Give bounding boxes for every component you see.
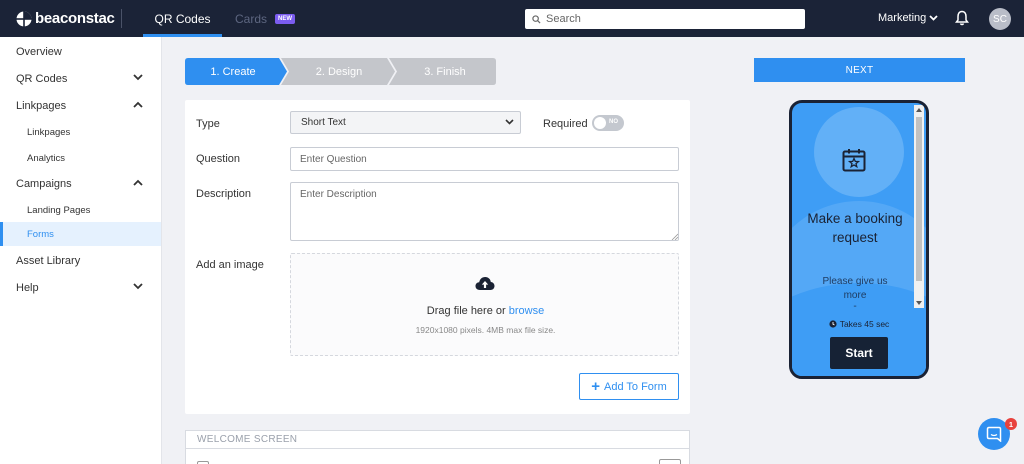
sidebar-item-label: Linkpages [27,126,71,138]
chat-bubble-icon [986,426,1002,442]
search-box[interactable] [525,9,805,29]
calendar-star-icon [842,149,866,172]
chevron-down-icon [133,283,143,290]
preview-time-label: Takes 45 sec [839,319,890,329]
add-to-form-button[interactable]: + Add To Form [579,373,679,400]
sidebar-item-label: QR Codes [16,73,68,85]
step-create[interactable]: 1. Create [185,58,281,85]
sidebar-item-campaigns[interactable]: Campaigns [0,171,161,197]
chevron-down-icon [505,119,514,125]
dropzone-instruction: Drag file here or [426,305,506,317]
sidebar-item-label: Analytics [27,152,66,164]
tab-qr-codes[interactable]: QR Codes [143,0,222,37]
toggle-state-label: NO [609,119,618,125]
sidebar: Overview QR Codes Linkpages Linkpages An… [0,37,162,464]
sidebar-item-landing-pages[interactable]: Landing Pages [0,197,161,223]
step-design[interactable]: 2. Design [289,58,389,85]
preview-time: Takes 45 sec [792,319,926,329]
type-label: Type [196,118,220,130]
preview-start-button[interactable]: Start [830,337,888,369]
search-input[interactable] [546,13,786,25]
dropzone-hint: 1920x1080 pixels. 4MB max file size. [415,325,556,335]
preview-ellipsis: - [853,301,857,312]
description-textarea[interactable] [290,182,679,241]
sidebar-item-help[interactable]: Help [0,275,161,301]
description-label: Description [196,188,252,200]
welcome-screen-section: WELCOME SCREEN [185,430,690,464]
user-avatar[interactable]: SC [989,8,1011,30]
add-image-label: Add an image [196,259,264,271]
welcome-edit-button[interactable] [659,459,681,464]
cloud-upload-icon [475,277,495,290]
section-divider [186,448,689,449]
phone-screen: Make a booking request Please give us mo… [792,103,926,376]
chevron-up-icon [133,179,143,186]
phone-preview: Make a booking request Please give us mo… [789,100,929,379]
type-select[interactable]: Short Text [290,111,521,134]
plus-icon: + [591,378,600,395]
workspace-label: Marketing [878,12,927,24]
chevron-up-icon [133,101,143,108]
scroll-down-arrow-icon[interactable] [916,301,922,305]
sidebar-item-linkpages[interactable]: Linkpages [0,93,161,119]
clock-icon [829,320,837,328]
add-to-form-label: Add To Form [603,380,667,393]
tab-cards-label: Cards [235,11,268,26]
scroll-thumb[interactable] [916,117,922,281]
sidebar-item-label: Overview [16,46,62,58]
workspace-dropdown[interactable]: Marketing [878,12,938,24]
next-button[interactable]: NEXT [754,58,965,82]
sidebar-item-label: Asset Library [16,255,81,267]
required-label: Required [543,118,588,130]
beaconstac-logo-icon [16,10,32,27]
sidebar-item-qr-codes[interactable]: QR Codes [0,66,161,92]
sidebar-item-label: Forms [27,228,54,240]
sidebar-item-label: Linkpages [16,100,67,112]
welcome-screen-title: WELCOME SCREEN [197,434,298,445]
type-select-value: Short Text [301,117,346,128]
tab-cards[interactable]: Cards NEW [235,0,296,37]
sidebar-item-asset-library[interactable]: Asset Library [0,248,161,274]
sidebar-item-analytics[interactable]: Analytics [0,145,161,171]
step-finish[interactable]: 3. Finish [397,58,493,85]
brand-name: beaconstac [35,10,115,27]
sidebar-item-linkpages-sub[interactable]: Linkpages [0,119,161,145]
resize-grip-icon[interactable] [671,233,678,240]
sidebar-item-label: Help [16,282,39,294]
toggle-knob [594,117,606,129]
sidebar-item-label: Landing Pages [27,204,91,216]
chevron-down-icon [133,74,143,81]
scroll-up-arrow-icon[interactable] [916,108,922,112]
wizard-stepper: 1. Create 2. Design 3. Finish [185,58,496,85]
question-input[interactable] [290,147,679,171]
image-dropzone[interactable]: Drag file here or browse 1920x1080 pixel… [290,253,679,356]
sidebar-item-forms[interactable]: Forms [0,222,161,246]
preview-description: Please give us more [822,276,888,301]
tab-qr-codes-label: QR Codes [154,11,211,26]
search-icon [532,14,541,24]
sidebar-item-label: Campaigns [16,178,72,190]
required-toggle[interactable]: NO [592,115,624,131]
dropzone-text: Drag file here or browse [291,305,680,317]
preview-title: Make a booking request [807,211,903,245]
browse-link[interactable]: browse [509,305,544,317]
notifications-bell-icon[interactable] [955,10,969,29]
top-navbar: beaconstac QR Codes Cards NEW Marketing … [0,0,1024,37]
chevron-down-icon [929,15,938,21]
question-label: Question [196,153,241,165]
chat-unread-badge: 1 [1005,418,1017,430]
navbar-divider [121,9,122,28]
sidebar-item-overview[interactable]: Overview [0,39,161,65]
preview-scrollbar[interactable] [914,105,924,308]
brand-logo[interactable]: beaconstac [16,10,115,27]
new-badge: NEW [275,13,296,24]
